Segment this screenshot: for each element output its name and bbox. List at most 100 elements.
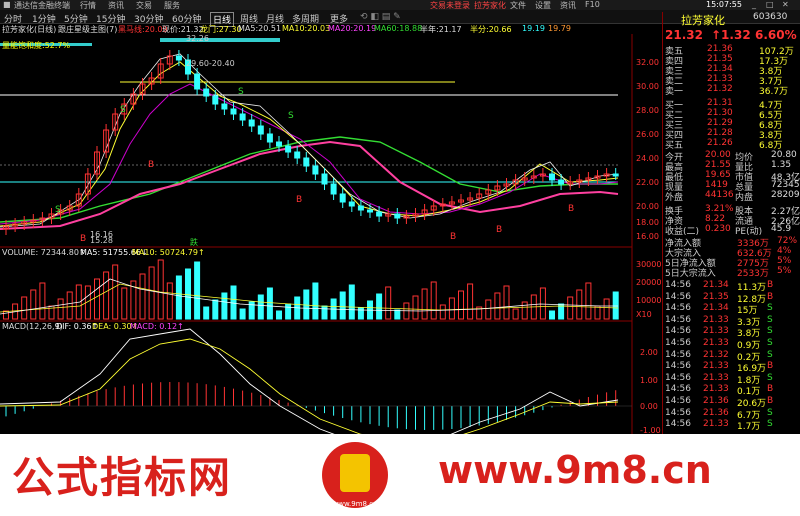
volume-bar	[303, 289, 310, 320]
tab-hangqing[interactable]: 行情	[80, 0, 96, 10]
info-row: 外盘 44136 内盘 28209	[663, 190, 800, 203]
buy-row: 买三 21.29 6.8万	[663, 118, 799, 131]
kline-chart-area[interactable]: S S S S B B B B B B 量能饱和度:52.7% 32.26 29…	[0, 34, 662, 449]
volume-title: VOLUME: 72344.80↑	[2, 248, 86, 257]
close-icon[interactable]: ✕	[782, 0, 789, 9]
info-row: 最低 19.65 市值 48.3亿	[663, 170, 800, 183]
info-value-2: 45.9	[771, 224, 792, 234]
volume-bar	[549, 310, 555, 320]
tick-price: 21.33	[703, 314, 729, 325]
tick-row[interactable]: 14:56 21.33 1.8万 S	[663, 373, 799, 386]
volume-bar	[148, 266, 155, 320]
news-menu[interactable]: 资讯	[560, 0, 576, 10]
volume-bar	[321, 305, 328, 320]
buy-price: 21.31	[707, 98, 733, 108]
minimize-icon[interactable]: _	[752, 0, 756, 9]
tick-price: 21.36	[703, 407, 729, 418]
volume-bar	[276, 310, 282, 320]
volume-ma10: MA10: 50724.79↑	[132, 248, 205, 257]
info-value: 0.230	[705, 224, 731, 234]
ma60-label: MA60:18.88	[374, 24, 423, 33]
y-tick-26: 26.00	[636, 130, 659, 139]
candle-body	[303, 157, 310, 167]
app-logo: ■	[3, 0, 11, 9]
watermark-banner: 公式指标网 www.9m8.cn www.9m8.cn	[0, 434, 800, 516]
volume-bar	[458, 290, 464, 320]
tick-row[interactable]: 14:56 21.36 20.6万 B	[663, 396, 799, 409]
value2-label: 19.79	[548, 24, 571, 33]
candle-body	[257, 125, 264, 135]
f10-menu[interactable]: F10	[585, 0, 600, 9]
candle-body	[230, 108, 237, 115]
tick-side: S	[767, 314, 773, 325]
volume-bar	[121, 287, 128, 320]
tick-price: 21.34	[703, 280, 729, 290]
file-menu[interactable]: 文件	[510, 0, 526, 10]
sell-row: 卖四 21.35 17.3万	[663, 54, 799, 67]
settings-menu[interactable]: 设置	[535, 0, 551, 10]
info-value: 8.22	[705, 214, 726, 224]
info-value-2: 72345	[771, 180, 800, 190]
tick-time: 14:56	[665, 384, 691, 395]
volume-bar	[21, 296, 28, 320]
signal-s-1: S	[120, 105, 126, 115]
tab-fuwu[interactable]: 服务	[164, 0, 180, 10]
tab-jiaoyi[interactable]: 交易	[136, 0, 152, 10]
buy-row: 买一 21.31 4.7万	[663, 98, 799, 111]
tick-row[interactable]: 14:56 21.36 6.7万 S	[663, 407, 799, 421]
macd-tick-2: 2.00	[640, 348, 658, 357]
tick-row[interactable]: 14:56 21.33 0.9万 S	[663, 338, 799, 351]
stock-code: 603630	[753, 12, 788, 22]
flow-pct: 5%	[777, 256, 792, 266]
macd-tick-0: 0.00	[640, 402, 658, 411]
tick-row[interactable]: 14:56 21.33 3.8万 S	[663, 326, 799, 339]
volume-bar	[612, 291, 619, 320]
tick-price: 21.35	[703, 291, 729, 302]
volume-bar	[166, 282, 173, 320]
volume-bar	[257, 294, 264, 320]
buy-row: 买二 21.30 6.5万	[663, 108, 799, 121]
maximize-icon[interactable]: □	[766, 0, 774, 9]
sell-row: 卖三 21.34 3.8万	[663, 64, 799, 77]
tick-row[interactable]: 14:56 21.34 15万 S	[663, 303, 799, 316]
volume-bar	[439, 304, 446, 320]
info-row: 最高 21.55 量比 1.35	[663, 160, 799, 173]
tab-zixun[interactable]: 资讯	[108, 0, 124, 10]
buy-row: 买四 21.28 3.8万	[663, 128, 799, 141]
tick-row[interactable]: 14:56 21.33 3.3万 S	[663, 314, 799, 328]
buy-row: 买五 21.26 6.8万	[663, 138, 799, 151]
tick-row[interactable]: 14:56 21.33 0.1万 B	[663, 384, 799, 397]
toolbar-icons[interactable]: ⟲ ◧ ▤ ✎	[360, 12, 401, 22]
tick-row[interactable]: 14:56 21.33 1.7万 S	[663, 419, 799, 433]
tick-side: S	[767, 338, 773, 348]
tick-time: 14:56	[665, 326, 691, 337]
signal-s-2: S	[238, 87, 244, 97]
volume-bar	[448, 297, 455, 320]
tick-volume: 1.7万	[737, 422, 761, 433]
tick-side: S	[767, 303, 773, 314]
info-row: 收益(二) 0.230 PE(动) 45.9	[663, 224, 799, 237]
flow-value: 2533万	[737, 269, 769, 279]
trade-status[interactable]: 交易未登录	[430, 0, 470, 10]
stock-name: 拉芳家化	[681, 14, 725, 27]
volume-bar	[485, 299, 492, 320]
last-price: 21.32	[665, 28, 703, 42]
vol-tick-10000: 10000	[636, 296, 662, 305]
info-value: 44136	[705, 190, 734, 200]
tick-row[interactable]: 14:56 21.34 11.3万 B	[663, 280, 799, 293]
volume-bar	[467, 283, 474, 320]
tick-row[interactable]: 14:56 21.32 0.2万 S	[663, 350, 799, 363]
candle-body	[312, 165, 319, 175]
info-row: 净资 8.22 流通 2.26亿	[663, 214, 800, 227]
signal-b-5: B	[568, 204, 574, 214]
tick-row[interactable]: 14:56 21.33 16.9万 B	[663, 361, 799, 374]
volume-bar	[266, 287, 273, 320]
sell-row: 卖五 21.36 107.2万	[663, 44, 799, 57]
info-row: 今开 20.00 均价 20.80	[663, 150, 799, 163]
volume-bar	[239, 308, 246, 320]
volume-bar	[512, 308, 519, 320]
candle-body	[549, 173, 555, 181]
tick-row[interactable]: 14:56 21.35 12.8万 B	[663, 291, 799, 305]
tick-time: 14:56	[665, 419, 691, 430]
ma10-label: MA10:20.03	[282, 24, 331, 33]
